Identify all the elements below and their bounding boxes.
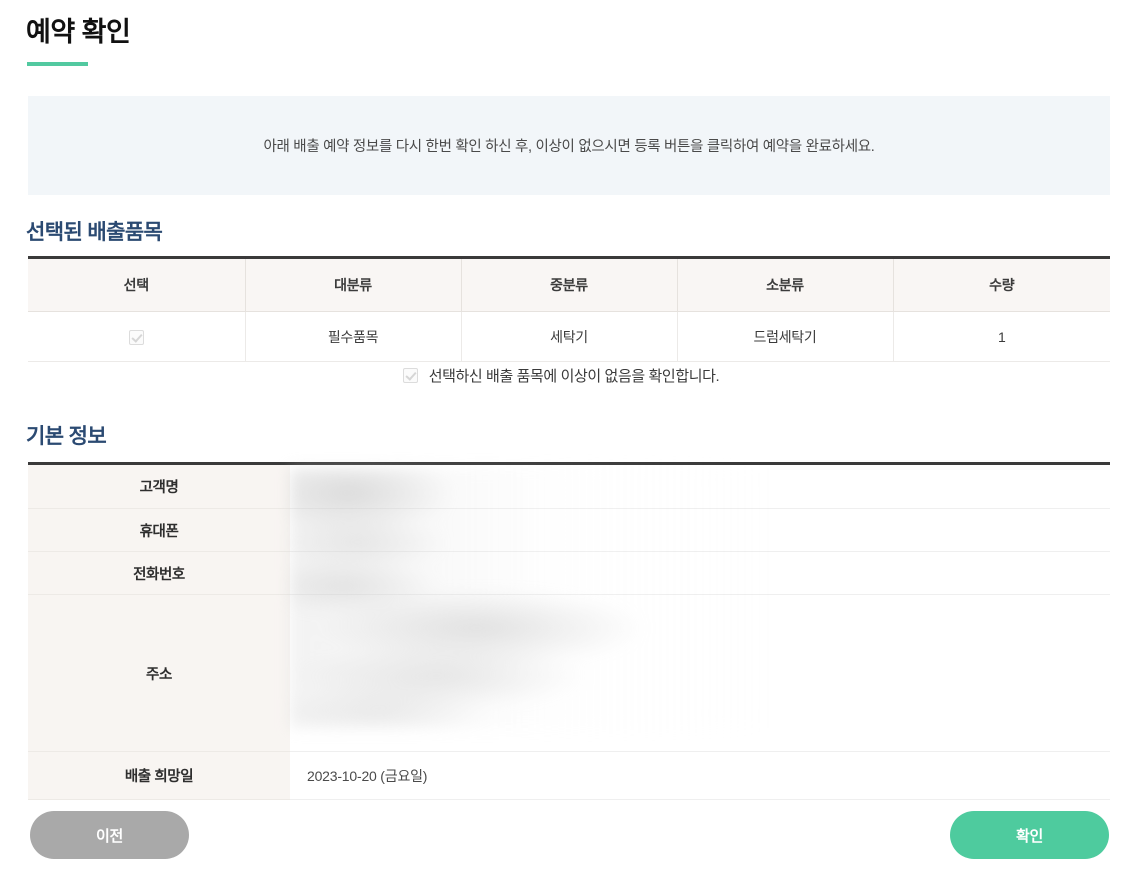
cell-minor: 드럼세탁기 — [677, 311, 894, 362]
basic-info-table: 고객명 휴대폰 전화번호 주소 배출 희망일 2023-10-20 (금요일) — [28, 462, 1110, 800]
previous-button[interactable]: 이전 — [30, 811, 189, 859]
info-row-address: 주소 — [28, 594, 1110, 752]
page-title: 예약 확인 — [26, 17, 131, 47]
cell-quantity: 1 — [893, 311, 1110, 362]
info-label-customer-name: 고객명 — [28, 463, 290, 509]
section-heading-items: 선택된 배출품목 — [26, 221, 163, 244]
info-label-pickup-date: 배출 희망일 — [28, 751, 290, 800]
cell-major: 필수품목 — [245, 311, 462, 362]
cell-select — [28, 311, 246, 362]
info-value-pickup-date: 2023-10-20 (금요일) — [290, 751, 1110, 800]
info-row-mobile: 휴대폰 — [28, 508, 1110, 552]
column-header-middle: 중분류 — [461, 257, 678, 312]
column-header-select: 선택 — [28, 257, 246, 312]
column-header-major: 대분류 — [245, 257, 462, 312]
reservation-confirm-page: 예약 확인 아래 배출 예약 정보를 다시 한번 확인 하신 후, 이상이 없으… — [0, 0, 1122, 876]
notice-banner: 아래 배출 예약 정보를 다시 한번 확인 하신 후, 이상이 없으시면 등록 … — [28, 96, 1110, 195]
title-underline-accent — [27, 62, 88, 66]
info-label-telephone: 전화번호 — [28, 551, 290, 595]
column-header-minor: 소분류 — [677, 257, 894, 312]
confirm-checkbox-label: 선택하신 배출 품목에 이상이 없음을 확인합니다. — [428, 368, 720, 385]
table-row: 필수품목 세탁기 드럼세탁기 1 — [28, 311, 1110, 362]
selected-items-table: 선택 대분류 중분류 소분류 수량 필수품목 세탁기 드럼세탁기 1 — [28, 256, 1110, 362]
items-confirm-row: 선택하신 배출 품목에 이상이 없음을 확인합니다. — [0, 365, 1122, 386]
info-row-pickup-date: 배출 희망일 2023-10-20 (금요일) — [28, 751, 1110, 800]
info-label-address: 주소 — [28, 594, 290, 752]
notice-text: 아래 배출 예약 정보를 다시 한번 확인 하신 후, 이상이 없으시면 등록 … — [263, 139, 875, 155]
info-row-telephone: 전화번호 — [28, 551, 1110, 595]
info-value-mobile — [290, 508, 1110, 552]
info-value-telephone — [290, 551, 1110, 595]
confirm-button[interactable]: 확인 — [950, 811, 1109, 859]
info-value-customer-name — [290, 463, 1110, 509]
confirm-checkbox-checked-icon[interactable] — [402, 368, 418, 383]
info-row-customer-name: 고객명 — [28, 463, 1110, 509]
cell-middle: 세탁기 — [461, 311, 678, 362]
row-checkbox-checked-icon[interactable] — [128, 329, 144, 345]
info-label-mobile: 휴대폰 — [28, 508, 290, 552]
column-header-quantity: 수량 — [893, 257, 1110, 312]
info-value-address — [290, 594, 1110, 752]
table-header-row: 선택 대분류 중분류 소분류 수량 — [28, 257, 1110, 312]
section-heading-basic-info: 기본 정보 — [26, 425, 107, 448]
